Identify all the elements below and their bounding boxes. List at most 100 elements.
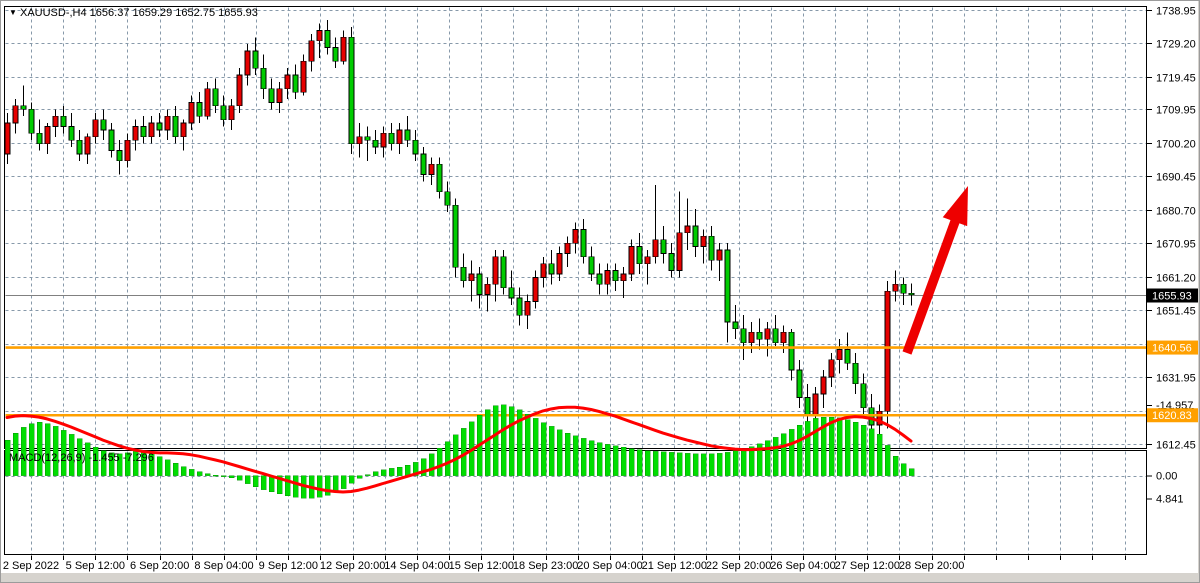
indicator-name: MACD(12,26,9) <box>9 452 85 464</box>
macd-histogram-bar <box>245 476 250 484</box>
price-axis-label: 1651.45 <box>1156 306 1196 318</box>
candle <box>349 37 354 143</box>
candle <box>677 233 682 271</box>
macd-histogram-bar <box>365 475 370 476</box>
candle <box>629 247 634 274</box>
candle <box>517 298 522 315</box>
candle <box>781 332 786 342</box>
macd-histogram-bar <box>909 469 914 476</box>
macd-histogram-bar <box>229 476 234 478</box>
current-price-label: 1655.93 <box>1152 291 1192 303</box>
candle <box>61 116 66 126</box>
macd-histogram-bar <box>877 434 882 475</box>
price-axis-label: 1709.95 <box>1156 105 1196 117</box>
candle <box>821 377 826 394</box>
macd-histogram-bar <box>901 464 906 476</box>
candle <box>501 257 506 288</box>
macd-histogram-bar <box>493 406 498 476</box>
macd-histogram-bar <box>669 452 674 475</box>
candle <box>645 257 650 264</box>
indicator-values: -1.455 -7.296 <box>88 452 153 464</box>
candle <box>453 205 458 267</box>
macd-histogram-bar <box>725 452 730 475</box>
macd-histogram-bar <box>165 460 170 476</box>
macd-histogram-bar <box>373 472 378 476</box>
candle <box>789 332 794 370</box>
macd-histogram-bar <box>581 438 586 475</box>
macd-histogram-bar <box>525 414 530 475</box>
macd-histogram-bar <box>557 430 562 476</box>
macd-histogram-bar <box>453 435 458 476</box>
candle <box>21 106 26 109</box>
macd-histogram-bar <box>637 450 642 476</box>
candle <box>565 243 570 253</box>
candle <box>69 126 74 140</box>
macd-histogram-bar <box>629 449 634 476</box>
time-axis-label: 14 Sep 04:00 <box>384 560 449 572</box>
candle <box>365 137 370 140</box>
time-axis-label: 5 Sep 12:00 <box>66 560 125 572</box>
macd-histogram-bar <box>181 467 186 476</box>
candle <box>661 240 666 254</box>
price-axis-label: 1612.45 <box>1156 440 1196 452</box>
macd-histogram-bar <box>613 446 618 476</box>
macd-histogram-bar <box>461 428 466 475</box>
candle <box>693 226 698 247</box>
candle <box>101 120 106 130</box>
candle <box>493 257 498 284</box>
candle <box>605 271 610 285</box>
candle <box>93 120 98 137</box>
macd-histogram-bar <box>701 454 706 476</box>
candle <box>573 229 578 243</box>
macd-histogram-bar <box>733 451 738 476</box>
macd-histogram-bar <box>765 441 770 476</box>
price-axis-label: 1700.20 <box>1156 139 1196 151</box>
price-axis-label: 1631.95 <box>1156 373 1196 385</box>
time-axis-label: 15 Sep 12:00 <box>449 560 514 572</box>
macd-histogram-bar <box>381 470 386 476</box>
symbol-period-label: XAUUSD-,H4 <box>20 7 87 19</box>
time-axis-label: 8 Sep 04:00 <box>194 560 253 572</box>
macd-histogram-bar <box>621 447 626 475</box>
candle <box>173 116 178 137</box>
candle <box>277 89 282 103</box>
time-axis-label: 26 Sep 04:00 <box>770 560 835 572</box>
macd-histogram-bar <box>709 454 714 476</box>
candle <box>589 257 594 274</box>
candle <box>237 75 242 106</box>
macd-histogram-bar <box>693 454 698 476</box>
candle <box>45 126 50 143</box>
macd-histogram-bar <box>429 454 434 476</box>
candle <box>461 267 466 281</box>
candle <box>637 247 642 264</box>
candle <box>837 349 842 359</box>
candle <box>845 349 850 363</box>
macd-histogram-bar <box>741 449 746 475</box>
candle <box>709 236 714 260</box>
macd-histogram-bar <box>829 417 834 475</box>
price-axis-label: 1690.45 <box>1156 172 1196 184</box>
candle <box>909 293 914 295</box>
macd-histogram-bar <box>893 456 898 475</box>
candle <box>141 126 146 136</box>
macd-histogram-bar <box>285 476 290 496</box>
candle <box>893 284 898 291</box>
candle <box>405 130 410 140</box>
macd-histogram-bar <box>869 429 874 476</box>
macd-histogram-bar <box>589 441 594 476</box>
macd-histogram-bar <box>789 429 794 475</box>
candle <box>621 274 626 281</box>
macd-histogram-bar <box>405 465 410 475</box>
time-axis-label: 27 Sep 12:00 <box>835 560 900 572</box>
candle <box>853 363 858 384</box>
symbol-dropdown-icon[interactable]: ▼ <box>9 8 17 17</box>
price-chart[interactable]: 1738.951729.201719.451709.951700.201690.… <box>1 1 1198 573</box>
price-axis-label: 1661.20 <box>1156 273 1196 285</box>
candle <box>429 164 434 174</box>
macd-histogram-bar <box>805 421 810 475</box>
candle <box>181 123 186 137</box>
macd-histogram-bar <box>845 420 850 476</box>
candle <box>797 370 802 397</box>
candle <box>325 30 330 47</box>
indicator-label: MACD(12,26,9) -1.455 -7.296 <box>9 452 154 464</box>
